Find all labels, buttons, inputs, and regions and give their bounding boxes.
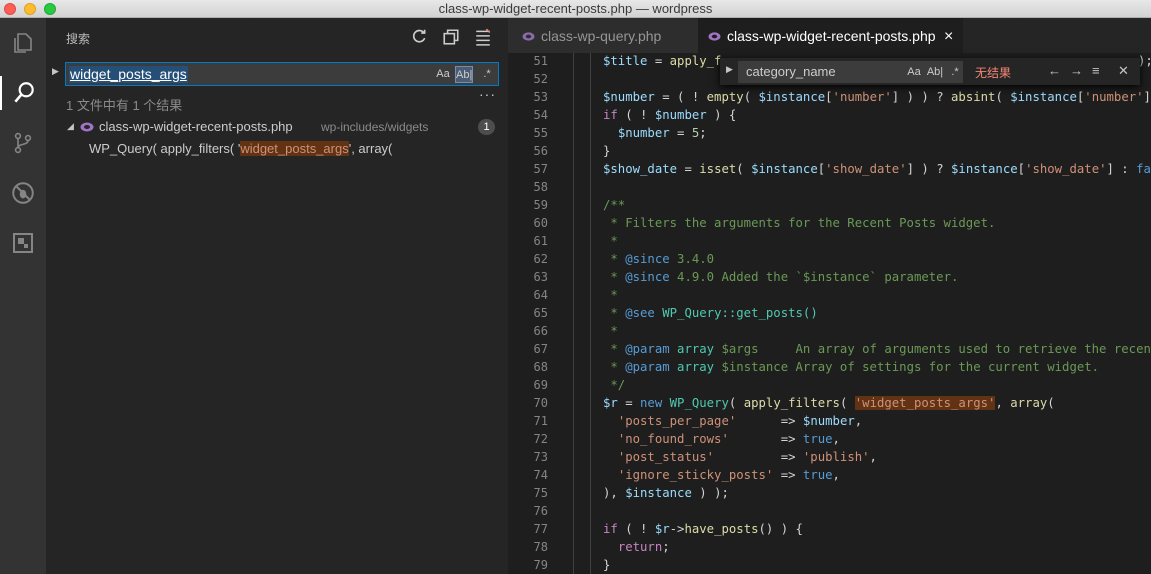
code-line: 'ignore_sticky_posts' => true, [617, 468, 840, 482]
debug-icon[interactable] [6, 176, 40, 210]
code-line: * [603, 234, 618, 248]
result-file-path: wp-includes/widgets [321, 120, 429, 134]
find-input[interactable]: category_name Aa Ab| .* [738, 61, 963, 83]
find-widget: ▶ category_name Aa Ab| .* 无结果 ← → ≡ ✕ [720, 58, 1140, 85]
whole-word-icon[interactable]: Ab| [926, 64, 944, 81]
explorer-icon[interactable] [6, 26, 40, 60]
editor-tab-bar: class-wp-query.php class-wp-widget-recen… [508, 18, 1151, 53]
code-line: } [603, 144, 611, 158]
find-in-selection-icon[interactable]: ≡ [1092, 63, 1100, 78]
sidebar-title: 搜索 [66, 32, 91, 46]
code-line: * @since 4.9.0 Added the `$instance` par… [603, 270, 959, 284]
toggle-replace-icon[interactable]: ▶ [52, 66, 59, 77]
clear-results-icon[interactable] [442, 28, 460, 46]
window-title: class-wp-widget-recent-posts.php — wordp… [438, 1, 713, 16]
code-line: * [603, 324, 618, 338]
next-match-icon[interactable]: → [1070, 63, 1083, 78]
result-match-line[interactable]: WP_Query( apply_filters( 'widget_posts_a… [89, 141, 392, 156]
code-line: * [603, 288, 618, 302]
code-line: $number = ( ! empty( $instance['number']… [603, 90, 1151, 104]
result-count-badge: 1 [478, 119, 495, 135]
code-line: if ( ! $number ) { [603, 108, 737, 122]
code-editor[interactable]: 51 52 53 54 55 56 57 58 59 60 61 62 63 6… [508, 53, 1151, 574]
code-line: * Filters the arguments for the Recent P… [603, 216, 996, 230]
window-titlebar: class-wp-widget-recent-posts.php — wordp… [0, 0, 1151, 18]
search-input-value: widget_posts_args [69, 66, 188, 83]
search-sidebar: 搜索 ▶ widget_posts_args Aa Ab| .* ··· 1 文… [46, 18, 508, 574]
search-icon[interactable] [0, 76, 46, 110]
code-line: $r = new WP_Query( apply_filters( 'widge… [603, 396, 1055, 410]
php-file-icon [80, 121, 94, 136]
code-line: ), $instance ) ); [603, 486, 729, 500]
code-line: 'post_status' => 'publish', [617, 450, 877, 464]
find-status: 无结果 [975, 66, 1012, 80]
php-file-icon [522, 19, 535, 56]
collapse-all-icon[interactable] [474, 28, 492, 46]
previous-match-icon[interactable]: ← [1048, 63, 1061, 78]
php-file-icon [708, 19, 721, 56]
extensions-icon[interactable] [6, 226, 40, 260]
find-input-value: category_name [746, 64, 836, 79]
regex-icon[interactable]: .* [479, 66, 495, 83]
refresh-icon[interactable] [410, 28, 428, 46]
code-line: if ( ! $r->have_posts() ) { [603, 522, 803, 536]
code-line: * @param array $args An array of argumen… [603, 342, 1151, 356]
more-options-icon[interactable]: ··· [479, 86, 496, 102]
source-control-icon[interactable] [6, 126, 40, 160]
code-line: } [603, 558, 611, 572]
result-file-name: class-wp-widget-recent-posts.php [99, 119, 293, 134]
tab-class-wp-query[interactable]: class-wp-query.php [508, 18, 698, 53]
search-input[interactable]: widget_posts_args Aa Ab| .* [65, 62, 499, 86]
whole-word-icon[interactable]: Ab| [455, 66, 473, 83]
code-line: $show_date = isset( $instance['show_date… [603, 162, 1151, 176]
activity-bar [0, 18, 46, 574]
code-line: * @param array $instance Array of settin… [603, 360, 1100, 374]
code-line: /** [603, 198, 626, 212]
close-find-icon[interactable]: ✕ [1118, 63, 1129, 79]
chevron-down-icon[interactable]: ◢ [67, 121, 74, 132]
code-line: 'no_found_rows' => true, [617, 432, 840, 446]
code-line: */ [603, 378, 626, 392]
tab-class-wp-widget-recent-posts[interactable]: class-wp-widget-recent-posts.php × [698, 18, 963, 53]
code-line: 'posts_per_page' => $number, [617, 414, 863, 428]
close-tab-icon[interactable]: × [944, 18, 953, 55]
regex-icon[interactable]: .* [948, 64, 962, 81]
code-line: * @see WP_Query::get_posts() [603, 306, 818, 320]
result-file-row[interactable]: ◢ class-wp-widget-recent-posts.php wp-in… [66, 119, 496, 137]
code-line: return; [617, 540, 670, 554]
match-case-icon[interactable]: Aa [435, 66, 451, 83]
code-line: * @since 3.4.0 [603, 252, 715, 266]
match-case-icon[interactable]: Aa [906, 64, 922, 81]
toggle-replace-icon[interactable]: ▶ [726, 64, 733, 75]
code-line: $number = 5; [617, 126, 707, 140]
results-summary: 1 文件中有 1 个结果 [66, 98, 183, 113]
code-line: $title = apply_f); [603, 54, 1151, 68]
